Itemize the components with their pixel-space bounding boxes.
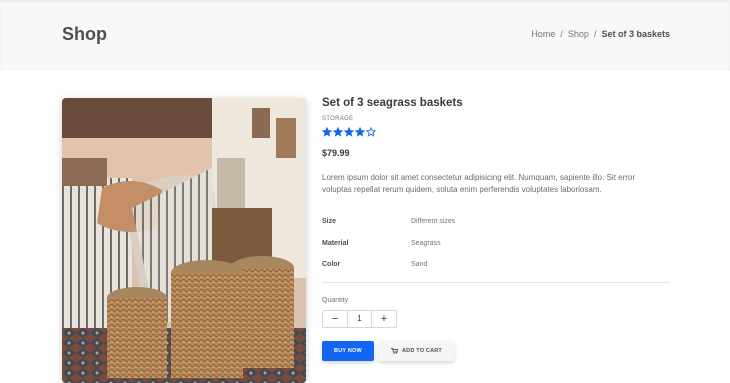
rating-stars xyxy=(322,127,670,138)
spec-row-material: Material Seagrass xyxy=(322,233,670,255)
spec-value: Sand xyxy=(411,261,428,269)
cart-icon xyxy=(391,347,398,354)
star-filled-icon xyxy=(333,127,343,137)
product-category: STORAGE xyxy=(322,116,354,122)
breadcrumb-home[interactable]: Home xyxy=(531,29,555,39)
quantity-label: Quantity xyxy=(322,296,349,304)
page-header: Shop Home / Shop / Set of 3 baskets xyxy=(0,0,730,71)
product-title: Set of 3 seagrass baskets xyxy=(322,97,463,109)
spec-key: Color xyxy=(322,261,341,269)
action-buttons: BUY NOW ADD TO CART xyxy=(322,340,670,361)
product-image[interactable] xyxy=(62,98,306,383)
divider xyxy=(322,281,670,283)
spec-row-color: Color Sand xyxy=(322,254,670,276)
breadcrumb-separator: / xyxy=(560,29,563,39)
spec-key: Material xyxy=(322,239,349,247)
page-title: Shop xyxy=(62,24,107,44)
breadcrumb-shop[interactable]: Shop xyxy=(568,29,589,39)
increment-button[interactable]: + xyxy=(372,311,396,327)
quantity-stepper: − 1 + xyxy=(322,309,397,328)
spec-key: Size xyxy=(322,218,337,226)
product-photo xyxy=(62,98,306,383)
product-price: $79.99 xyxy=(322,148,350,158)
quantity-input[interactable]: 1 xyxy=(347,310,372,327)
star-filled-icon xyxy=(355,127,365,137)
spec-row-size: Size Different sizes xyxy=(322,211,670,233)
product-info: Set of 3 seagrass baskets STORAGE $79.99… xyxy=(322,97,670,361)
decrement-button[interactable]: − xyxy=(323,311,347,327)
breadcrumb-separator: / xyxy=(593,29,597,39)
buy-now-button[interactable]: BUY NOW xyxy=(322,340,374,361)
add-to-cart-label: ADD TO CART xyxy=(402,347,442,354)
star-filled-icon xyxy=(344,127,354,137)
specs-table: Size Different sizes Material Seagrass C… xyxy=(322,211,670,276)
star-filled-icon xyxy=(322,127,332,137)
spec-value: Seagrass xyxy=(411,239,441,247)
add-to-cart-button[interactable]: ADD TO CART xyxy=(379,340,454,361)
star-empty-icon xyxy=(366,127,376,137)
breadcrumb-current: Set of 3 baskets xyxy=(601,29,670,39)
spec-value: Different sizes xyxy=(411,218,456,226)
breadcrumb: Home / Shop / Set of 3 baskets xyxy=(531,29,670,39)
product-description: Lorem ipsum dolor sit amet consectetur a… xyxy=(322,173,636,194)
